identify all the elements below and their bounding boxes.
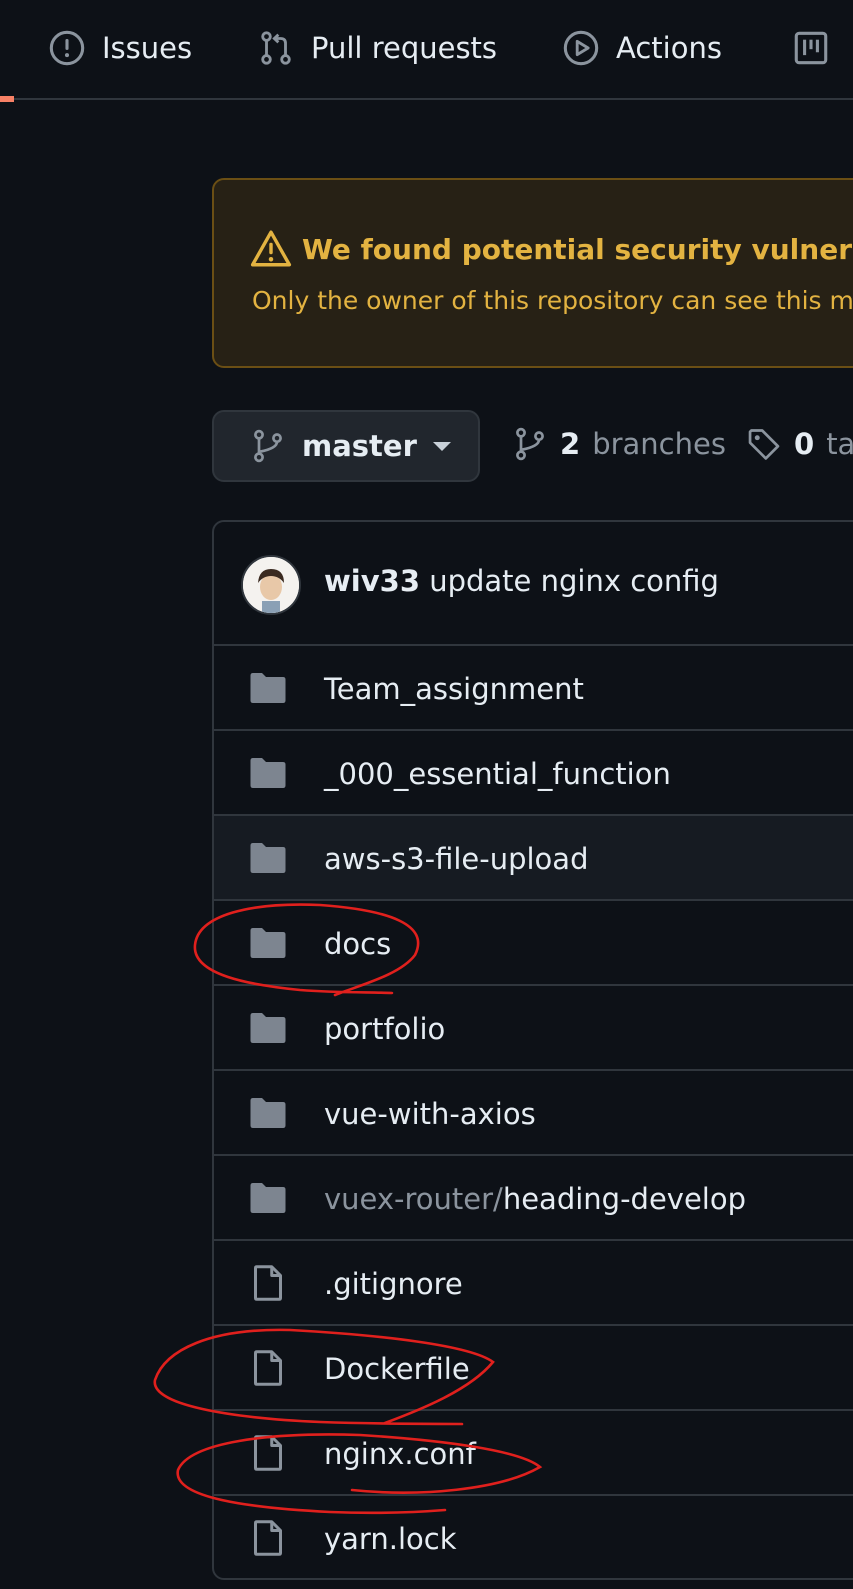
file-name[interactable]: yarn.lock [324,1522,456,1556]
tags-link[interactable]: 0 tags [746,426,853,462]
banner-message: Only the owner of this repository can se… [252,286,853,315]
file-row[interactable]: Dockerfile [214,1326,853,1411]
tab-pull-requests[interactable]: Pull requests [257,26,497,70]
file-row[interactable]: _000_essential_function [214,731,853,816]
banner-title-row: We found potential security vulnerabilit… [250,228,853,270]
tags-label: tags [826,427,853,461]
file-name[interactable]: Dockerfile [324,1352,470,1386]
file-icon [248,1348,288,1388]
branches-label: branches [592,427,726,461]
avatar[interactable] [241,555,301,615]
file-row[interactable]: nginx.conf [214,1411,853,1496]
project-icon [792,29,830,67]
file-name-path[interactable]: vuex-router/heading-develop [324,1182,746,1216]
file-name[interactable]: nginx.conf [324,1437,476,1471]
file-row[interactable]: docs [214,901,853,986]
tags-count: 0 [794,427,815,461]
branches-link[interactable]: 2 branches [512,426,726,462]
commit-message-link[interactable]: update nginx config [429,564,719,598]
file-row[interactable]: vuex-router/heading-develop [214,1156,853,1241]
git-branch-icon [512,426,548,462]
tab-projects[interactable] [792,26,830,70]
file-list: wiv33 update nginx config Team_assignmen… [212,520,853,1580]
file-name[interactable]: portfolio [324,1012,445,1046]
branch-name: master [302,429,417,463]
repo-nav: Issues Pull requests Actions [0,0,853,102]
commit-summary: wiv33 update nginx config [324,564,719,598]
file-row[interactable]: yarn.lock [214,1496,853,1578]
file-row[interactable]: aws-s3-file-upload [214,816,853,901]
file-name: heading-develop [502,1182,747,1216]
file-icon [248,1433,288,1473]
tab-issues-label: Issues [102,31,193,65]
folder-icon [248,1008,288,1048]
git-branch-icon [250,428,286,464]
tab-pull-requests-label: Pull requests [311,31,498,65]
folder-icon [248,753,288,793]
tab-issues[interactable]: Issues [48,26,192,70]
commit-author-link[interactable]: wiv33 [324,564,420,598]
file-icon [248,1263,288,1303]
alert-icon [250,228,292,270]
file-row[interactable]: vue-with-axios [214,1071,853,1156]
file-name[interactable]: .gitignore [324,1267,463,1301]
active-tab-indicator [0,96,14,102]
latest-commit-row: wiv33 update nginx config [214,522,853,646]
file-name[interactable]: _000_essential_function [324,757,671,791]
file-row[interactable]: portfolio [214,986,853,1071]
folder-icon [248,1178,288,1218]
folder-icon [248,1093,288,1133]
file-name[interactable]: aws-s3-file-upload [324,842,588,876]
security-alert-banner: We found potential security vulnerabilit… [212,178,853,368]
file-name[interactable]: docs [324,927,391,961]
tab-actions-label: Actions [616,31,722,65]
branches-count: 2 [560,427,581,461]
folder-icon [248,923,288,963]
file-name[interactable]: vue-with-axios [324,1097,536,1131]
pull-request-icon [257,29,295,67]
file-row[interactable]: .gitignore [214,1241,853,1326]
file-row[interactable]: Team_assignment [214,646,853,731]
file-name[interactable]: Team_assignment [324,672,584,706]
banner-title: We found potential security vulnerabilit… [302,232,853,266]
folder-icon [248,838,288,878]
branch-selector-button[interactable]: master [212,410,480,482]
tag-icon [746,426,782,462]
tab-actions[interactable]: Actions [562,26,722,70]
folder-icon [248,668,288,708]
play-icon [562,29,600,67]
issue-icon [48,29,86,67]
caret-down-icon [432,441,451,451]
file-icon [248,1518,288,1558]
file-name-prefix: vuex-router/ [324,1182,503,1216]
